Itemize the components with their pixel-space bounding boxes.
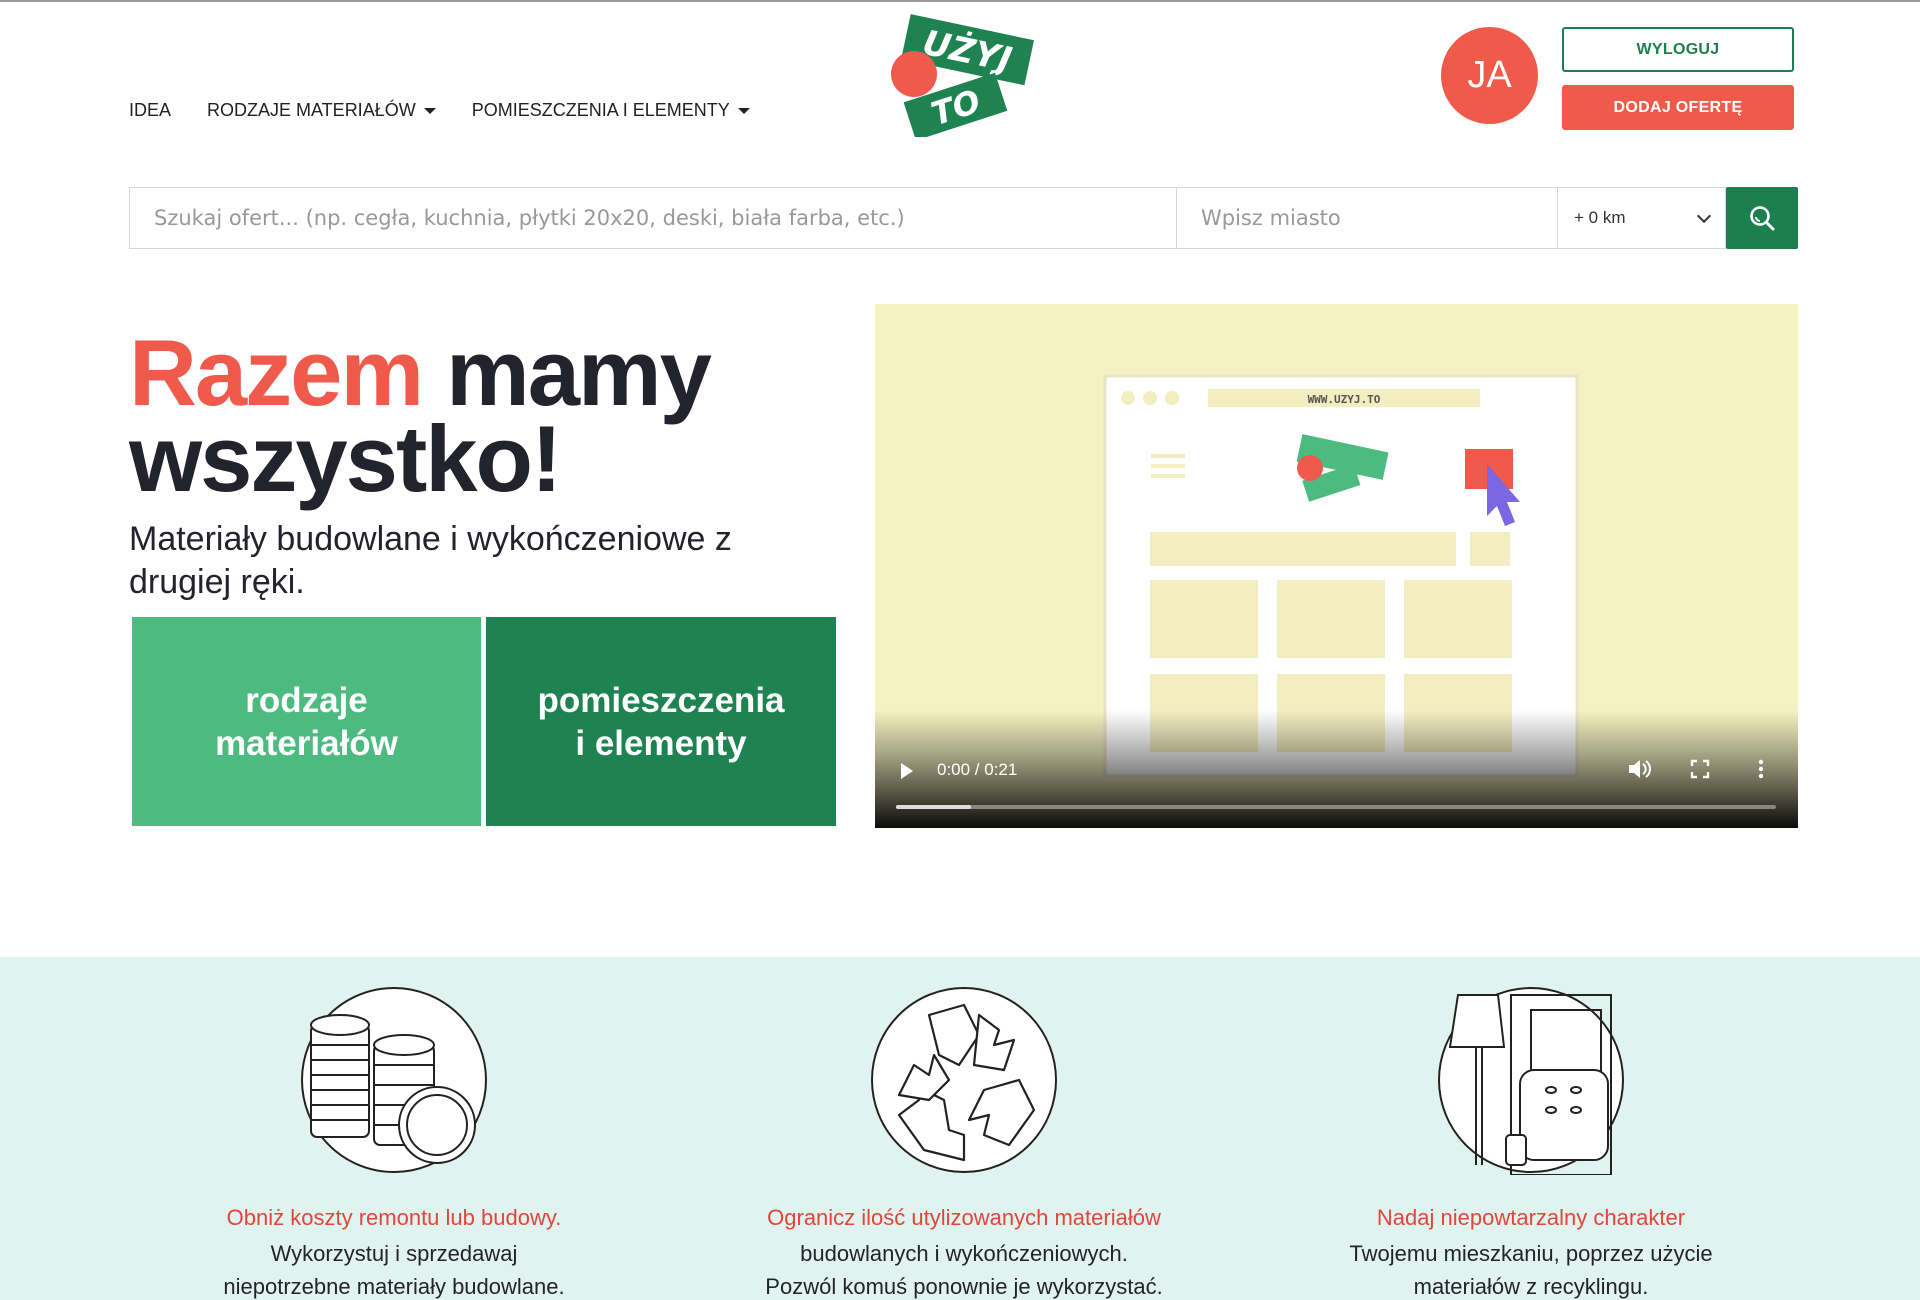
- play-icon[interactable]: [901, 763, 913, 779]
- search-bar: Szukaj ofert... (np. cegła, kuchnia, pły…: [129, 187, 1798, 249]
- coins-icon: [301, 987, 487, 1173]
- volume-icon[interactable]: [1625, 755, 1653, 783]
- video-progress-fill: [896, 805, 971, 809]
- feature-title: Obniż koszty remontu lub budowy.: [226, 1205, 562, 1230]
- user-avatar[interactable]: JA: [1441, 27, 1538, 124]
- feature-title: Nadaj niepowtarzalny charakter: [1376, 1205, 1686, 1230]
- feature-text-line: budowlanych i wykończeniowych.: [800, 1241, 1128, 1266]
- add-offer-button[interactable]: DODAJ OFERTĘ: [1562, 85, 1794, 130]
- furniture-icon: [1438, 987, 1624, 1175]
- distance-value: + 0 km: [1574, 208, 1626, 227]
- nav-label: POMIESZCZENIA I ELEMENTY: [471, 100, 730, 120]
- nav-label: RODZAJE MATERIAŁÓW: [207, 100, 416, 120]
- features-section: Obniż koszty remontu lub budowy. Wykorzy…: [0, 957, 1920, 1300]
- logout-label: WYLOGUJ: [1636, 40, 1720, 58]
- nav-item-idea[interactable]: IDEA: [129, 100, 171, 121]
- video-url-text: WWW.UZYJ.TO: [1308, 393, 1381, 406]
- video-time: 0:00 / 0:21: [937, 760, 1018, 779]
- hero-title: Razem mamy wszystko!: [129, 326, 829, 506]
- hero-title-rest-2: wszystko!: [129, 406, 562, 511]
- tile-line1: rodzaje: [245, 680, 368, 720]
- feature-text-line: Pozwól komuś ponownie je wykorzystać.: [765, 1274, 1163, 1299]
- feature-text-line: materiałów z recyklingu.: [1413, 1274, 1649, 1299]
- main-nav: IDEA RODZAJE MATERIAŁÓW POMIESZCZENIA I …: [129, 100, 750, 121]
- feature-text-line: Twojemu mieszkaniu, poprzez użycie: [1349, 1241, 1713, 1266]
- nav-item-material-types[interactable]: RODZAJE MATERIAŁÓW: [207, 100, 436, 121]
- tile-line2: materiałów: [215, 723, 398, 763]
- search-placeholder: Szukaj ofert... (np. cegła, kuchnia, pły…: [154, 206, 905, 230]
- city-placeholder: Wpisz miasto: [1201, 206, 1341, 230]
- search-button[interactable]: [1726, 187, 1798, 249]
- more-options-icon[interactable]: [1747, 755, 1775, 783]
- promo-video[interactable]: WWW.UZYJ.TO 0:00 / 0:21: [875, 304, 1798, 828]
- feature-text-line: Wykorzystuj i sprzedawaj: [270, 1241, 518, 1266]
- caret-down-icon: [423, 107, 436, 114]
- distance-select[interactable]: + 0 km: [1558, 187, 1726, 249]
- video-controls: 0:00 / 0:21: [875, 710, 1798, 828]
- top-border: [0, 0, 1920, 2]
- logout-button[interactable]: WYLOGUJ: [1562, 27, 1794, 72]
- avatar-initials: JA: [1467, 54, 1512, 96]
- feature-text-line: niepotrzebne materiały budowlane.: [223, 1274, 565, 1299]
- fullscreen-icon[interactable]: [1686, 755, 1714, 783]
- recycle-icon: [871, 987, 1057, 1173]
- video-progress-track[interactable]: [896, 805, 1776, 809]
- search-icon: [1750, 206, 1775, 231]
- caret-down-icon: [737, 107, 750, 114]
- hero-subtitle: Materiały budowlane i wykończeniowe z dr…: [129, 520, 732, 601]
- nav-label: IDEA: [129, 100, 172, 120]
- nav-item-rooms-elements[interactable]: POMIESZCZENIA I ELEMENTY: [472, 100, 750, 121]
- search-input[interactable]: Szukaj ofert... (np. cegła, kuchnia, pły…: [129, 187, 1177, 249]
- add-offer-label: DODAJ OFERTĘ: [1613, 98, 1743, 116]
- tile-material-types[interactable]: rodzaje materiałów: [132, 617, 481, 826]
- feature-title: Ogranicz ilość utylizowanych materiałów: [767, 1205, 1161, 1230]
- feature-text: Twojemu mieszkaniu, poprzez użycie mater…: [1261, 1237, 1801, 1300]
- chevron-down-icon: [1696, 208, 1712, 223]
- feature-text: budowlanych i wykończeniowych. Pozwól ko…: [694, 1237, 1234, 1300]
- tile-line2: i elementy: [575, 723, 747, 763]
- city-input[interactable]: Wpisz miasto: [1177, 187, 1558, 249]
- tile-rooms-elements[interactable]: pomieszczenia i elementy: [486, 617, 836, 826]
- feature-text: Wykorzystuj i sprzedawaj niepotrzebne ma…: [124, 1237, 664, 1300]
- tile-line1: pomieszczenia: [537, 680, 785, 720]
- logo[interactable]: UŻYJ TO: [884, 12, 1044, 137]
